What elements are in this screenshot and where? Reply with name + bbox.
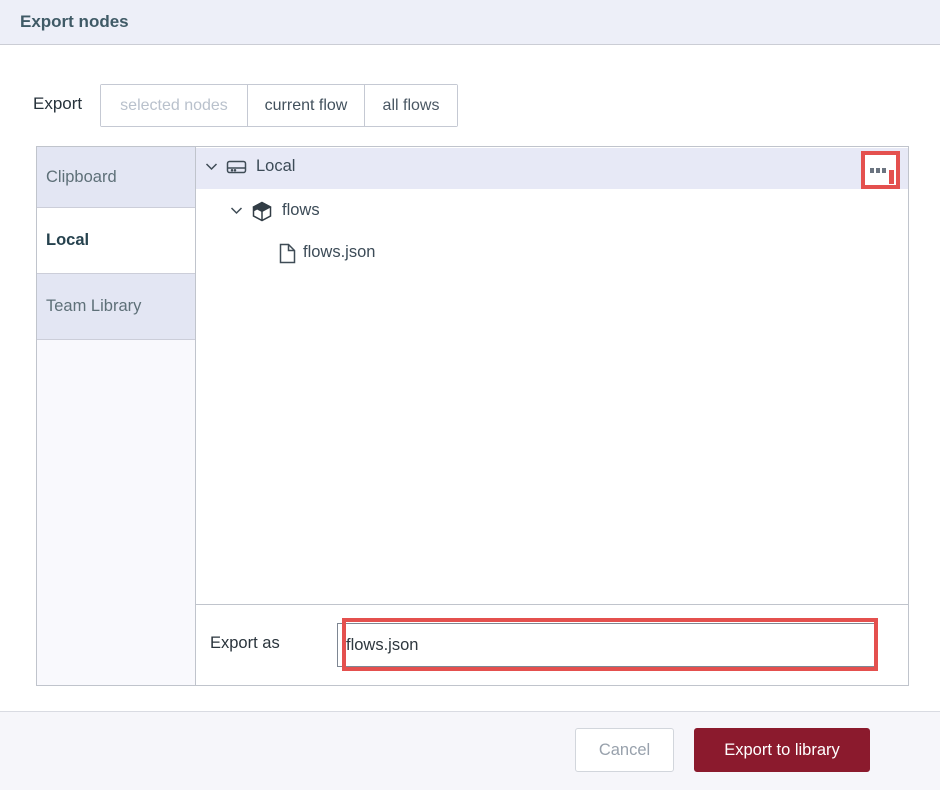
sidebar-tab-label: Clipboard bbox=[46, 167, 117, 186]
export-scope-label: Export bbox=[33, 94, 83, 113]
sidebar-tab-team-library[interactable]: Team Library bbox=[37, 273, 195, 340]
tree-row-local[interactable]: Local bbox=[196, 148, 908, 189]
option-all-flows[interactable]: all flows bbox=[365, 85, 457, 126]
cancel-button[interactable]: Cancel bbox=[575, 728, 674, 772]
tree-label-local: Local bbox=[256, 157, 296, 175]
export-scope-button-group: selected nodes current flow all flows bbox=[100, 84, 458, 127]
dialog-header: Export nodes bbox=[0, 0, 940, 45]
annotation-caret bbox=[889, 170, 894, 184]
library-panel: Clipboard Local Team Library Local flows… bbox=[36, 146, 909, 686]
export-as-input[interactable] bbox=[337, 623, 878, 667]
tree-label-flows: flows bbox=[282, 201, 320, 219]
ellipsis-icon bbox=[870, 168, 886, 173]
cube-icon bbox=[252, 201, 272, 227]
library-tree: Local flows flows.json bbox=[196, 147, 908, 605]
option-current-flow[interactable]: current flow bbox=[247, 85, 365, 126]
chevron-down-icon[interactable] bbox=[205, 162, 218, 171]
hard-drive-icon bbox=[226, 158, 247, 176]
dialog-footer: Cancel Export to library bbox=[0, 711, 940, 790]
export-to-library-button[interactable]: Export to library bbox=[694, 728, 870, 772]
tree-row-flows[interactable]: flows bbox=[196, 192, 908, 233]
library-sidebar: Clipboard Local Team Library bbox=[37, 147, 196, 685]
export-as-label: Export as bbox=[210, 634, 280, 652]
sidebar-tab-clipboard[interactable]: Clipboard bbox=[37, 147, 195, 208]
chevron-down-icon[interactable] bbox=[230, 206, 243, 215]
file-icon bbox=[279, 243, 296, 264]
export-as-section: Export as bbox=[196, 604, 908, 685]
tree-row-flows-json[interactable]: flows.json bbox=[196, 234, 908, 275]
dialog-title: Export nodes bbox=[20, 12, 129, 31]
sidebar-tab-label: Team Library bbox=[46, 297, 142, 315]
sidebar-tab-label: Local bbox=[46, 231, 90, 249]
tree-label-flows-json: flows.json bbox=[303, 243, 376, 261]
sidebar-tab-local[interactable]: Local bbox=[37, 208, 195, 273]
library-menu-button[interactable] bbox=[861, 151, 900, 189]
option-selected-nodes[interactable]: selected nodes bbox=[101, 85, 247, 126]
